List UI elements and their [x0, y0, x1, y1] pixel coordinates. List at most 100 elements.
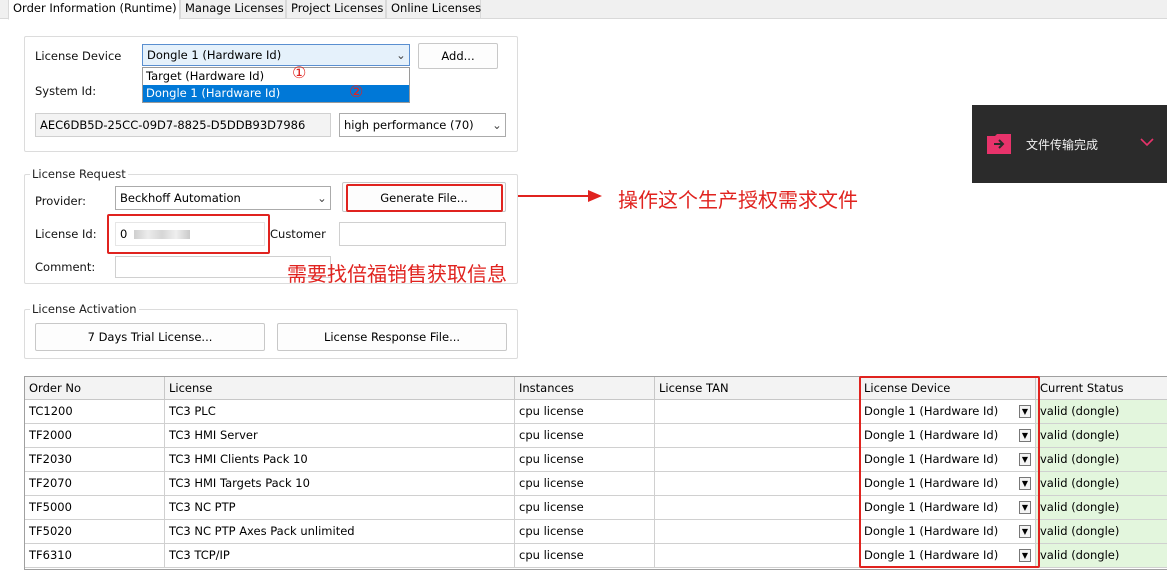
table-cell-text: TC3 HMI Clients Pack 10: [169, 452, 308, 466]
license-response-file-button[interactable]: License Response File...: [277, 323, 507, 351]
tab-order-information[interactable]: Order Information (Runtime): [8, 0, 180, 20]
license-device-label: License Device: [35, 49, 122, 63]
table-cell-text: cpu license: [519, 404, 584, 418]
file-transfer-toast: 文件传输完成: [972, 105, 1167, 183]
table-cell-order-no: TF2070: [25, 472, 165, 496]
table-cell-instances: cpu license: [515, 544, 655, 568]
table-cell-order-no: TF5020: [25, 520, 165, 544]
chevron-down-icon: ⌄: [396, 48, 406, 62]
table-cell-text: cpu license: [519, 428, 584, 442]
table-cell-license: TC3 TCP/IP: [165, 544, 515, 568]
table-cell-current-status: valid (dongle): [1036, 520, 1167, 544]
table-cell-text: TC3 NC PTP: [169, 500, 236, 514]
annotation-marker-2: ②: [349, 82, 364, 101]
annotation-arrow-icon: [518, 188, 604, 204]
table-cell-text: TF6310: [29, 548, 72, 562]
table-cell-license-tan: [655, 520, 860, 544]
table-cell-license: TC3 HMI Server: [165, 424, 515, 448]
table-cell-text: TC3 HMI Targets Pack 10: [169, 476, 310, 490]
provider-label: Provider:: [35, 194, 87, 208]
table-cell-license-tan: [655, 448, 860, 472]
table-cell-instances: cpu license: [515, 472, 655, 496]
table-cell-text: TC3 PLC: [169, 404, 216, 418]
column-header-instances[interactable]: Instances: [515, 377, 655, 400]
system-id-field[interactable]: AEC6DB5D-25CC-09D7-8825-D5DDB93D7986: [35, 113, 331, 137]
customer-label: Customer: [270, 227, 326, 241]
column-header-current-status[interactable]: Current Status: [1036, 377, 1167, 400]
table-cell-license: TC3 HMI Targets Pack 10: [165, 472, 515, 496]
table-cell-license-tan: [655, 400, 860, 424]
table-cell-order-no: TF2030: [25, 448, 165, 472]
table-cell-license-tan: [655, 472, 860, 496]
table-cell-instances: cpu license: [515, 496, 655, 520]
table-cell-text: TF2070: [29, 476, 72, 490]
table-cell-license-tan: [655, 496, 860, 520]
arrow-right-icon: [986, 132, 1012, 156]
table-cell-license: TC3 PLC: [165, 400, 515, 424]
license-activation-legend: License Activation: [30, 302, 139, 316]
table-cell-current-status: valid (dongle): [1036, 424, 1167, 448]
table-cell-current-status: valid (dongle): [1036, 472, 1167, 496]
table-cell-instances: cpu license: [515, 520, 655, 544]
table-cell-text: valid (dongle): [1040, 500, 1120, 514]
annotation-box-generate: [346, 184, 503, 212]
table-cell-text: TC1200: [29, 404, 73, 418]
annotation-box-license-id: [107, 214, 270, 254]
provider-selected: Beckhoff Automation: [120, 191, 241, 205]
tab-project-licenses[interactable]: Project Licenses: [286, 0, 386, 19]
table-cell-order-no: TC1200: [25, 400, 165, 424]
table-cell-text: valid (dongle): [1040, 548, 1120, 562]
column-header-license-tan[interactable]: License TAN: [655, 377, 860, 400]
customer-field[interactable]: [339, 222, 506, 246]
column-header-order-no[interactable]: Order No: [25, 377, 165, 400]
table-cell-text: valid (dongle): [1040, 524, 1120, 538]
tab-online-licenses[interactable]: Online Licenses: [386, 0, 481, 19]
add-device-button[interactable]: Add...: [418, 43, 498, 69]
chevron-down-icon: ⌄: [492, 118, 502, 132]
table-cell-current-status: valid (dongle): [1036, 544, 1167, 568]
table-cell-order-no: TF5000: [25, 496, 165, 520]
table-cell-instances: cpu license: [515, 448, 655, 472]
license-device-dropdown: Target (Hardware Id) Dongle 1 (Hardware …: [142, 67, 410, 103]
table-cell-text: cpu license: [519, 452, 584, 466]
license-id-label: License Id:: [35, 227, 97, 241]
table-cell-instances: cpu license: [515, 400, 655, 424]
annotation-marker-1: ①: [292, 63, 307, 82]
trial-license-button[interactable]: 7 Days Trial License...: [35, 323, 265, 351]
license-device-selected: Dongle 1 (Hardware Id): [147, 48, 282, 62]
table-cell-license: TC3 NC PTP: [165, 496, 515, 520]
chevron-down-icon: ⌄: [317, 191, 327, 205]
table-cell-text: valid (dongle): [1040, 452, 1120, 466]
table-cell-text: TF5020: [29, 524, 72, 538]
annotation-license-id-note: 需要找倍福销售获取信息: [287, 262, 507, 286]
table-cell-current-status: valid (dongle): [1036, 496, 1167, 520]
table-cell-text: TF2000: [29, 428, 72, 442]
toast-text: 文件传输完成: [1026, 138, 1099, 152]
dropdown-option-target[interactable]: Target (Hardware Id): [143, 68, 409, 85]
annotation-generate-note: 操作这个生产授权需求文件: [618, 188, 858, 212]
table-cell-license-tan: [655, 424, 860, 448]
annotation-box-license-device: [859, 376, 1040, 568]
chevron-down-icon[interactable]: [1139, 134, 1155, 150]
dropdown-option-dongle[interactable]: Dongle 1 (Hardware Id): [143, 85, 409, 102]
table-cell-text: cpu license: [519, 548, 584, 562]
comment-label: Comment:: [35, 260, 96, 274]
table-cell-text: cpu license: [519, 476, 584, 490]
license-request-legend: License Request: [30, 167, 128, 181]
performance-combo[interactable]: high performance (70) ⌄: [339, 113, 506, 137]
table-cell-current-status: valid (dongle): [1036, 448, 1167, 472]
table-cell-text: valid (dongle): [1040, 476, 1120, 490]
table-cell-order-no: TF6310: [25, 544, 165, 568]
column-header-license[interactable]: License: [165, 377, 515, 400]
table-cell-license: TC3 HMI Clients Pack 10: [165, 448, 515, 472]
provider-combo[interactable]: Beckhoff Automation ⌄: [115, 186, 331, 210]
table-cell-text: cpu license: [519, 524, 584, 538]
table-cell-current-status: valid (dongle): [1036, 400, 1167, 424]
tab-manage-licenses[interactable]: Manage Licenses: [180, 0, 286, 19]
table-cell-order-no: TF2000: [25, 424, 165, 448]
license-device-combo[interactable]: Dongle 1 (Hardware Id) ⌄: [142, 44, 410, 66]
tab-bar: Order Information (Runtime) Manage Licen…: [0, 0, 1167, 20]
table-cell-license: TC3 NC PTP Axes Pack unlimited: [165, 520, 515, 544]
table-cell-text: TF5000: [29, 500, 72, 514]
performance-selected: high performance (70): [344, 118, 474, 132]
